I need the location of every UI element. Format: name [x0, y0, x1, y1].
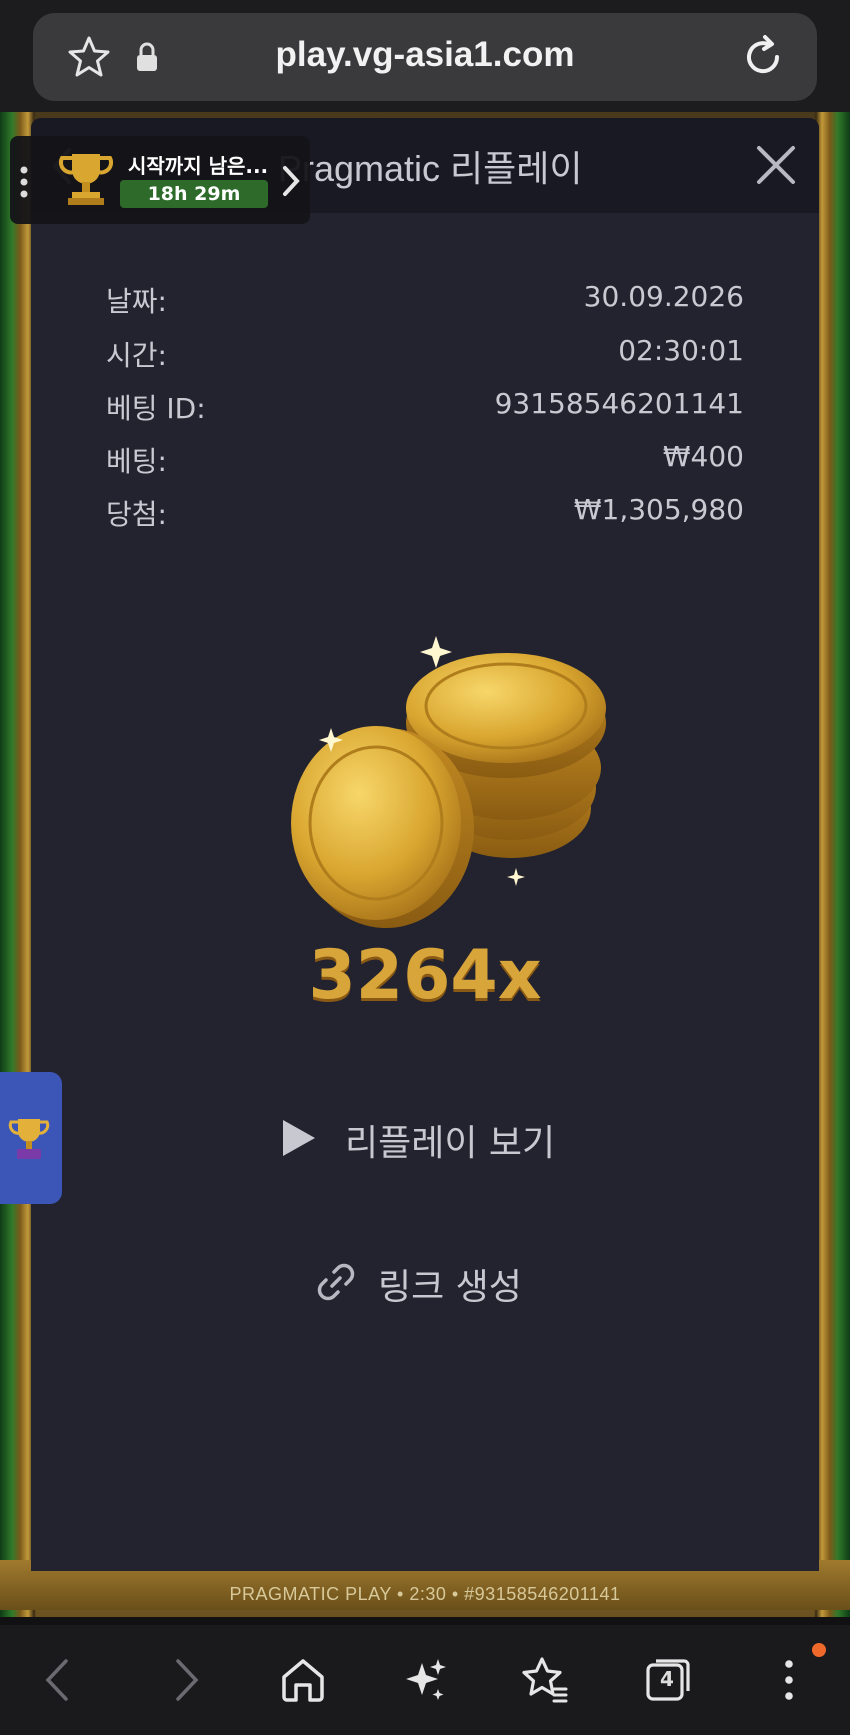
game-footer-text: PRAGMATIC PLAY • 2:30 • #93158546201141 [229, 1584, 621, 1604]
notification-dot [812, 1643, 826, 1657]
replay-modal: Pragmatic 리플레이 날짜: 30.09.2026 시간: 02:30:… [31, 118, 819, 1571]
tabs-count: 4 [660, 1667, 674, 1691]
home-icon[interactable] [278, 1655, 328, 1705]
bookmarks-icon[interactable] [520, 1655, 570, 1705]
watch-replay-button[interactable]: 리플레이 보기 [281, 1108, 581, 1168]
play-icon [283, 1120, 315, 1156]
info-value: 93158546201141 [494, 387, 744, 420]
tabs-button[interactable]: 4 [642, 1655, 692, 1705]
side-tournament-tab[interactable] [0, 1072, 62, 1204]
trophy-icon [58, 154, 114, 205]
reload-icon[interactable] [739, 33, 787, 81]
info-label: 날짜: [106, 285, 167, 318]
close-icon[interactable] [753, 142, 799, 188]
info-label: 시간: [106, 339, 167, 372]
info-value: 02:30:01 [618, 334, 744, 367]
create-link-button[interactable]: 링크 생성 [314, 1252, 574, 1312]
info-row-time: 시간: 02:30:01 [106, 334, 744, 374]
link-icon [317, 1263, 355, 1301]
info-row-bet: 베팅: ₩400 [106, 440, 744, 480]
info-value: ₩1,305,980 [573, 493, 744, 526]
url-text[interactable]: play.vg-asia1.com [33, 35, 817, 75]
tournament-timer: 18h 29m [120, 180, 268, 208]
info-value: ₩400 [662, 440, 744, 473]
tournament-title: 시작까지 남은... [128, 154, 269, 178]
tournament-widget[interactable]: 시작까지 남은... 18h 29m [10, 136, 310, 224]
chevron-right-icon[interactable] [280, 164, 302, 198]
info-label: 베팅 ID: [106, 392, 206, 425]
browser-bottom-bar: 4 [0, 1625, 850, 1735]
info-label: 베팅: [106, 445, 167, 478]
info-row-date: 날짜: 30.09.2026 [106, 280, 744, 320]
info-label: 당첨: [106, 498, 167, 531]
info-value: 30.09.2026 [583, 280, 744, 313]
create-link-label: 링크 생성 [378, 1267, 522, 1308]
forward-arrow-icon[interactable] [160, 1655, 210, 1705]
info-row-bet-id: 베팅 ID: 93158546201141 [106, 387, 744, 427]
coins-icon [291, 636, 606, 928]
watch-replay-label: 리플레이 보기 [345, 1123, 556, 1164]
url-bar[interactable]: play.vg-asia1.com [33, 13, 817, 101]
modal-title: Pragmatic 리플레이 [278, 148, 583, 189]
sparkle-icon[interactable] [400, 1655, 450, 1705]
trophy-icon [8, 1119, 50, 1159]
more-icon[interactable] [764, 1655, 814, 1705]
drag-handle-icon[interactable] [20, 166, 28, 198]
back-arrow-icon[interactable] [34, 1655, 84, 1705]
info-row-win: 당첨: ₩1,305,980 [106, 493, 744, 533]
browser-toolbar: play.vg-asia1.com [0, 0, 850, 112]
win-multiplier: 3264x [308, 936, 542, 1015]
